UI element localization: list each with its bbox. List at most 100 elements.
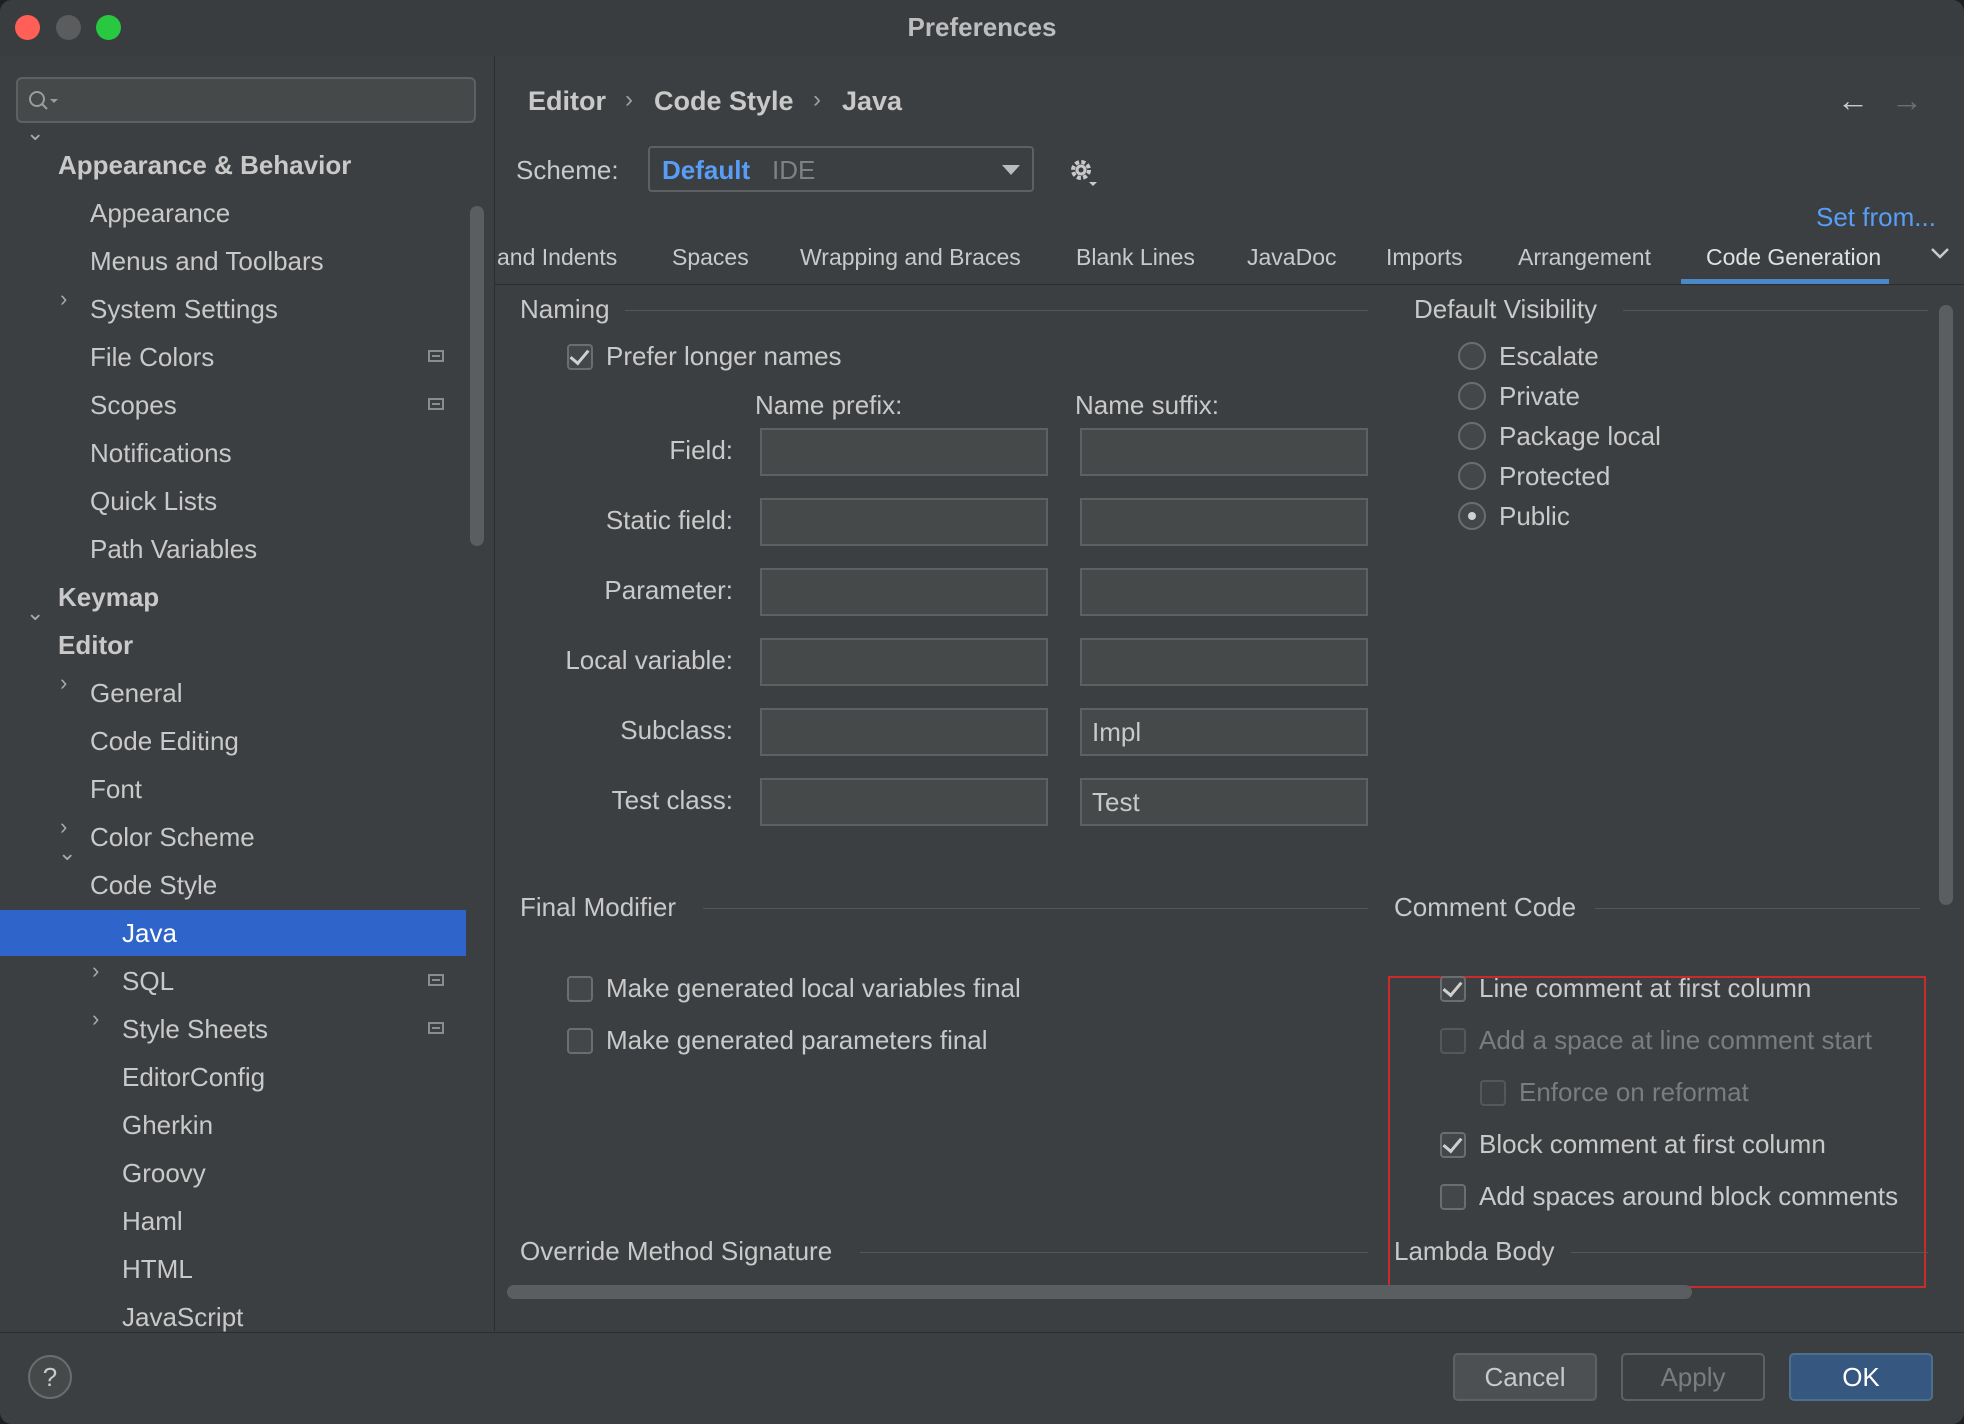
scheme-dropdown[interactable]: Default IDE <box>648 146 1034 192</box>
project-settings-icon <box>428 350 444 362</box>
tab-code-generation[interactable]: Code Generation <box>1706 244 1881 271</box>
tab-imports[interactable]: Imports <box>1386 244 1463 271</box>
dialog-footer: ? Cancel Apply OK <box>0 1332 1964 1424</box>
checkbox-label: Enforce on reformat <box>1519 1077 1749 1107</box>
checkbox-label: Make generated local variables final <box>606 973 1021 1003</box>
radio-package-local[interactable] <box>1458 422 1486 450</box>
tab-arrangement[interactable]: Arrangement <box>1518 244 1651 271</box>
line-comment-first-column-checkbox[interactable] <box>1440 976 1466 1002</box>
cancel-button[interactable]: Cancel <box>1453 1353 1597 1401</box>
radio-private[interactable] <box>1458 382 1486 410</box>
sidebar-item-sql[interactable]: SQL <box>122 958 174 1004</box>
local-variable-prefix-input[interactable] <box>760 638 1048 686</box>
ok-button[interactable]: OK <box>1789 1353 1933 1401</box>
window-title: Preferences <box>907 12 1057 42</box>
sidebar-item-code-editing[interactable]: Code Editing <box>90 718 239 764</box>
sidebar-item-gherkin[interactable]: Gherkin <box>122 1102 213 1148</box>
enforce-on-reformat-checkbox[interactable] <box>1480 1080 1506 1106</box>
help-button[interactable]: ? <box>28 1355 72 1399</box>
prefer-longer-names-label: Prefer longer names <box>606 341 842 371</box>
radio-protected[interactable] <box>1458 462 1486 490</box>
chevron-down-icon[interactable]: ⌄ <box>26 600 44 626</box>
chevron-right-icon[interactable]: › <box>60 286 67 312</box>
block-comment-first-column-checkbox[interactable] <box>1440 1132 1466 1158</box>
radio-public[interactable] <box>1458 502 1486 530</box>
parameter-suffix-input[interactable] <box>1080 568 1368 616</box>
subclass-suffix-input[interactable] <box>1080 708 1368 756</box>
horizontal-scrollbar[interactable] <box>507 1285 1692 1299</box>
tab-tabs-and-indents[interactable]: and Indents <box>497 244 617 271</box>
radio-label: Protected <box>1499 461 1611 491</box>
sidebar-item-font[interactable]: Font <box>90 766 142 812</box>
field-suffix-input[interactable] <box>1080 428 1368 476</box>
apply-button[interactable]: Apply <box>1621 1353 1765 1401</box>
gear-icon[interactable] <box>1067 156 1103 192</box>
static-field-suffix-input[interactable] <box>1080 498 1368 546</box>
lambda-body-section-title: Lambda Body <box>1394 1236 1555 1266</box>
breadcrumb-item[interactable]: Editor <box>528 86 606 117</box>
scheme-type: IDE <box>772 155 816 185</box>
sidebar-item-notifications[interactable]: Notifications <box>90 430 232 476</box>
section-divider <box>1623 310 1928 311</box>
sidebar-scrollbar[interactable] <box>470 206 484 546</box>
name-suffix-header: Name suffix: <box>1075 390 1220 420</box>
default-visibility-section-title: Default Visibility <box>1414 294 1598 324</box>
sidebar-item-system-settings[interactable]: System Settings <box>90 286 278 332</box>
sidebar-item-keymap[interactable]: Keymap <box>58 574 159 620</box>
sidebar-item-appearance-behavior[interactable]: Appearance & Behavior <box>58 142 351 188</box>
chevron-right-icon[interactable]: › <box>60 670 67 696</box>
override-method-signature-section-title: Override Method Signature <box>520 1236 833 1266</box>
test-class-suffix-input[interactable] <box>1080 778 1368 826</box>
chevron-down-icon[interactable] <box>1927 240 1953 266</box>
prefer-longer-names-checkbox[interactable] <box>567 344 593 370</box>
settings-sidebar: ⌄ Appearance & Behavior Appearance Menus… <box>0 56 495 1332</box>
sidebar-item-style-sheets[interactable]: Style Sheets <box>122 1006 268 1052</box>
settings-search-input[interactable] <box>16 77 476 123</box>
field-prefix-input[interactable] <box>760 428 1048 476</box>
sidebar-item-code-style[interactable]: Code Style <box>90 862 217 908</box>
sidebar-item-file-colors[interactable]: File Colors <box>90 334 214 380</box>
scheme-label: Scheme: <box>516 155 619 185</box>
chevron-right-icon[interactable]: › <box>92 1006 99 1032</box>
chevron-right-icon[interactable]: › <box>60 814 67 840</box>
set-from-link[interactable]: Set from... <box>1816 202 1936 233</box>
back-arrow-icon[interactable]: ← <box>1837 82 1869 119</box>
space-at-line-comment-start-checkbox[interactable] <box>1440 1028 1466 1054</box>
tab-wrapping-and-braces[interactable]: Wrapping and Braces <box>800 244 1021 271</box>
vertical-scrollbar[interactable] <box>1939 305 1953 905</box>
sidebar-item-menus-toolbars[interactable]: Menus and Toolbars <box>90 238 324 284</box>
forward-arrow-icon[interactable]: → <box>1891 82 1923 119</box>
sidebar-item-groovy[interactable]: Groovy <box>122 1150 206 1196</box>
parameter-prefix-input[interactable] <box>760 568 1048 616</box>
chevron-down-icon[interactable]: ⌄ <box>26 120 44 146</box>
section-divider <box>625 310 1368 311</box>
final-local-variables-checkbox[interactable] <box>567 976 593 1002</box>
sidebar-item-path-variables[interactable]: Path Variables <box>90 526 257 572</box>
preferences-window: Preferences ⌄ Appearance & Behavior Appe… <box>0 0 1964 1424</box>
tab-blank-lines[interactable]: Blank Lines <box>1076 244 1195 271</box>
local-variable-suffix-input[interactable] <box>1080 638 1368 686</box>
final-parameters-checkbox[interactable] <box>567 1028 593 1054</box>
static-field-prefix-input[interactable] <box>760 498 1048 546</box>
sidebar-item-html[interactable]: HTML <box>122 1246 193 1292</box>
sidebar-item-color-scheme[interactable]: Color Scheme <box>90 814 255 860</box>
tab-spaces[interactable]: Spaces <box>672 244 749 271</box>
spaces-around-block-comments-checkbox[interactable] <box>1440 1184 1466 1210</box>
breadcrumb-item[interactable]: Code Style <box>654 86 794 117</box>
test-class-prefix-input[interactable] <box>760 778 1048 826</box>
sidebar-item-editor[interactable]: Editor <box>58 622 133 668</box>
sidebar-item-java[interactable]: Java <box>0 910 466 956</box>
tab-javadoc[interactable]: JavaDoc <box>1247 244 1336 271</box>
breadcrumb-separator: › <box>625 86 633 113</box>
sidebar-item-haml[interactable]: Haml <box>122 1198 183 1244</box>
chevron-down-icon[interactable]: ⌄ <box>58 840 76 866</box>
chevron-right-icon[interactable]: › <box>92 958 99 984</box>
sidebar-item-quick-lists[interactable]: Quick Lists <box>90 478 217 524</box>
radio-label: Package local <box>1499 421 1661 451</box>
sidebar-item-general[interactable]: General <box>90 670 183 716</box>
subclass-prefix-input[interactable] <box>760 708 1048 756</box>
sidebar-item-appearance[interactable]: Appearance <box>90 190 230 236</box>
sidebar-item-editorconfig[interactable]: EditorConfig <box>122 1054 265 1100</box>
radio-escalate[interactable] <box>1458 342 1486 370</box>
sidebar-item-scopes[interactable]: Scopes <box>90 382 177 428</box>
